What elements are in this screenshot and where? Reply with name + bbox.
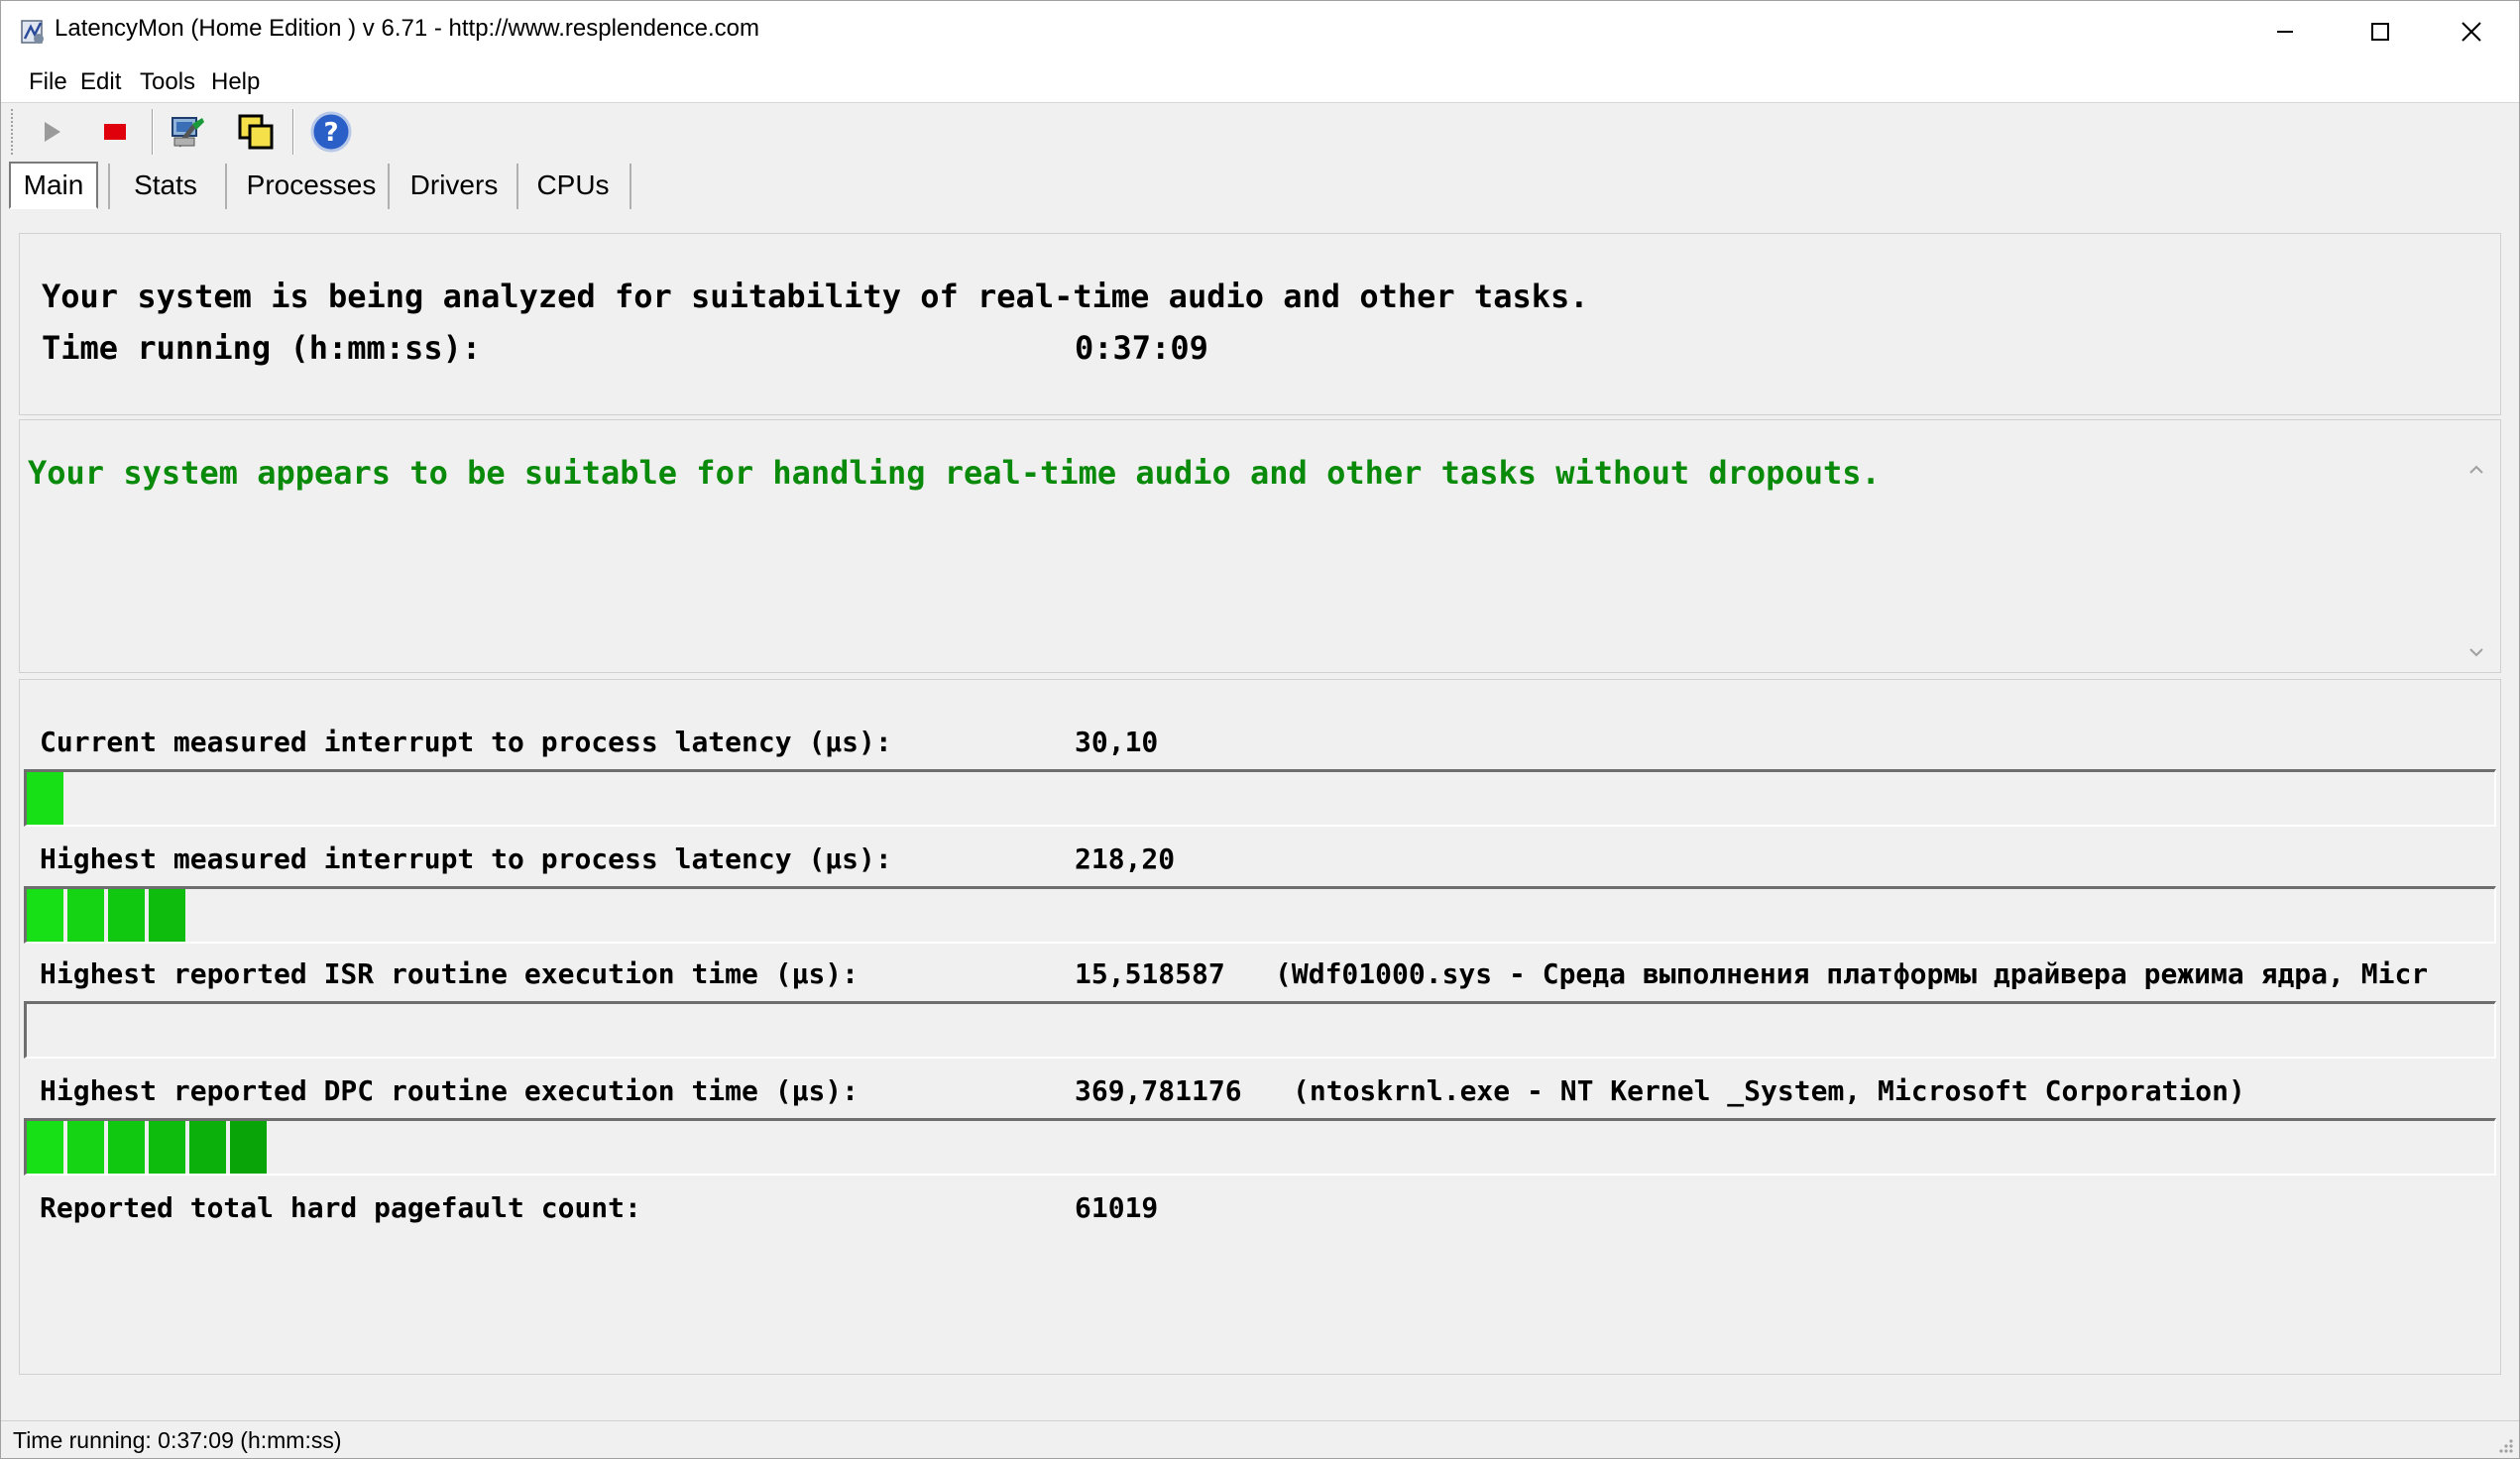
latency-bar-segment — [149, 889, 185, 942]
window-title: LatencyMon (Home Edition ) v 6.71 - http… — [55, 15, 759, 42]
menu-tools[interactable]: Tools — [136, 66, 199, 98]
close-button[interactable] — [2426, 1, 2517, 62]
tab-drivers[interactable]: Drivers — [398, 162, 511, 209]
minimize-icon — [2277, 31, 2293, 33]
latency-bar-segment — [108, 1121, 145, 1174]
window-button[interactable] — [233, 109, 279, 155]
tab-separator — [516, 164, 518, 209]
metrics-panel: Current measured interrupt to process la… — [19, 679, 2501, 1375]
menu-edit[interactable]: Edit — [76, 66, 125, 98]
metric-detail: (Wdf01000.sys - Среда выполнения платфор… — [1275, 957, 2429, 990]
tab-separator — [630, 164, 631, 209]
metric-detail: (ntoskrnl.exe - NT Kernel _System, Micro… — [1293, 1074, 2245, 1107]
menu-help[interactable]: Help — [207, 66, 264, 98]
window-icon — [238, 114, 274, 150]
analysis-panel: Your system is being analyzed for suitab… — [19, 233, 2501, 415]
title-bar[interactable]: LatencyMon (Home Edition ) v 6.71 - http… — [1, 1, 2519, 62]
tab-main[interactable]: Main — [9, 162, 98, 209]
system-info-button[interactable] — [166, 109, 211, 155]
latency-bar-segment — [27, 772, 63, 825]
metric-label: Highest measured interrupt to process la… — [40, 842, 892, 875]
start-button[interactable] — [29, 109, 74, 155]
metric-label: Highest reported ISR routine execution t… — [40, 957, 859, 990]
tab-processes[interactable]: Processes — [237, 162, 386, 209]
metric-label: Current measured interrupt to process la… — [40, 726, 892, 758]
latency-bar — [24, 886, 2496, 944]
metric-value: 218,20 — [1075, 842, 1176, 875]
status-text: Time running: 0:37:09 (h:mm:ss) — [13, 1427, 342, 1453]
tab-separator — [108, 164, 110, 209]
maximize-button[interactable] — [2335, 1, 2426, 62]
metric-value: 369,781176 — [1075, 1074, 1242, 1107]
metric-value: 15,518587 — [1075, 957, 1225, 990]
analysis-status-text: Your system is being analyzed for suitab… — [42, 278, 1589, 315]
stop-icon — [104, 124, 126, 140]
system-info-icon — [172, 117, 204, 148]
metric-value: 30,10 — [1075, 726, 1159, 758]
status-bar: Time running: 0:37:09 (h:mm:ss) — [1, 1420, 2519, 1459]
scroll-down-icon[interactable] — [2466, 642, 2486, 662]
latency-bar-segment — [27, 1121, 63, 1174]
help-button[interactable]: ? — [308, 109, 354, 155]
tab-separator — [225, 164, 227, 209]
verdict-text: Your system appears to be suitable for h… — [28, 454, 1881, 492]
latency-bar-fill — [27, 772, 67, 825]
latency-bar-fill — [27, 1121, 271, 1174]
play-icon — [45, 122, 60, 142]
time-running-label: Time running (h:mm:ss): — [42, 329, 482, 367]
toolbar-separator — [152, 109, 154, 155]
latency-bar — [24, 1001, 2496, 1059]
verdict-panel[interactable]: Your system appears to be suitable for h… — [19, 419, 2501, 673]
latency-bar-segment — [108, 889, 145, 942]
metric-value: 61019 — [1075, 1191, 1159, 1224]
latencymon-app-icon — [19, 17, 49, 47]
svg-text:?: ? — [323, 118, 338, 148]
tab-separator — [388, 164, 390, 209]
metric-label: Reported total hard pagefault count: — [40, 1191, 641, 1224]
stop-button[interactable] — [92, 109, 138, 155]
latency-bar-fill — [27, 889, 189, 942]
latency-bar-segment — [189, 1121, 226, 1174]
tab-cpus[interactable]: CPUs — [526, 162, 620, 209]
close-icon — [2462, 22, 2481, 42]
tab-strip: Main Stats Processes Drivers CPUs — [1, 160, 2519, 211]
menu-bar: File Edit Tools Help — [1, 62, 2519, 103]
toolbar-grip[interactable] — [11, 109, 16, 155]
minimize-button[interactable] — [2239, 1, 2331, 62]
latency-bar-segment — [230, 1121, 267, 1174]
latency-bar — [24, 1118, 2496, 1176]
tab-stats[interactable]: Stats — [118, 162, 213, 209]
latency-bar-segment — [27, 889, 63, 942]
toolbar-separator — [292, 109, 294, 155]
metric-label: Highest reported DPC routine execution t… — [40, 1074, 859, 1107]
help-icon: ? — [310, 111, 352, 153]
toolbar: ? — [1, 103, 2519, 161]
maximize-icon — [2371, 23, 2389, 41]
resize-grip-icon[interactable] — [2495, 1435, 2515, 1455]
latency-bar — [24, 769, 2496, 827]
scroll-up-icon[interactable] — [2466, 460, 2486, 480]
latency-bar-segment — [67, 1121, 104, 1174]
menu-file[interactable]: File — [25, 66, 71, 98]
latency-bar-segment — [149, 1121, 185, 1174]
latency-bar-segment — [67, 889, 104, 942]
latencymon-window: LatencyMon (Home Edition ) v 6.71 - http… — [0, 0, 2520, 1459]
time-running-value: 0:37:09 — [1075, 329, 1208, 367]
